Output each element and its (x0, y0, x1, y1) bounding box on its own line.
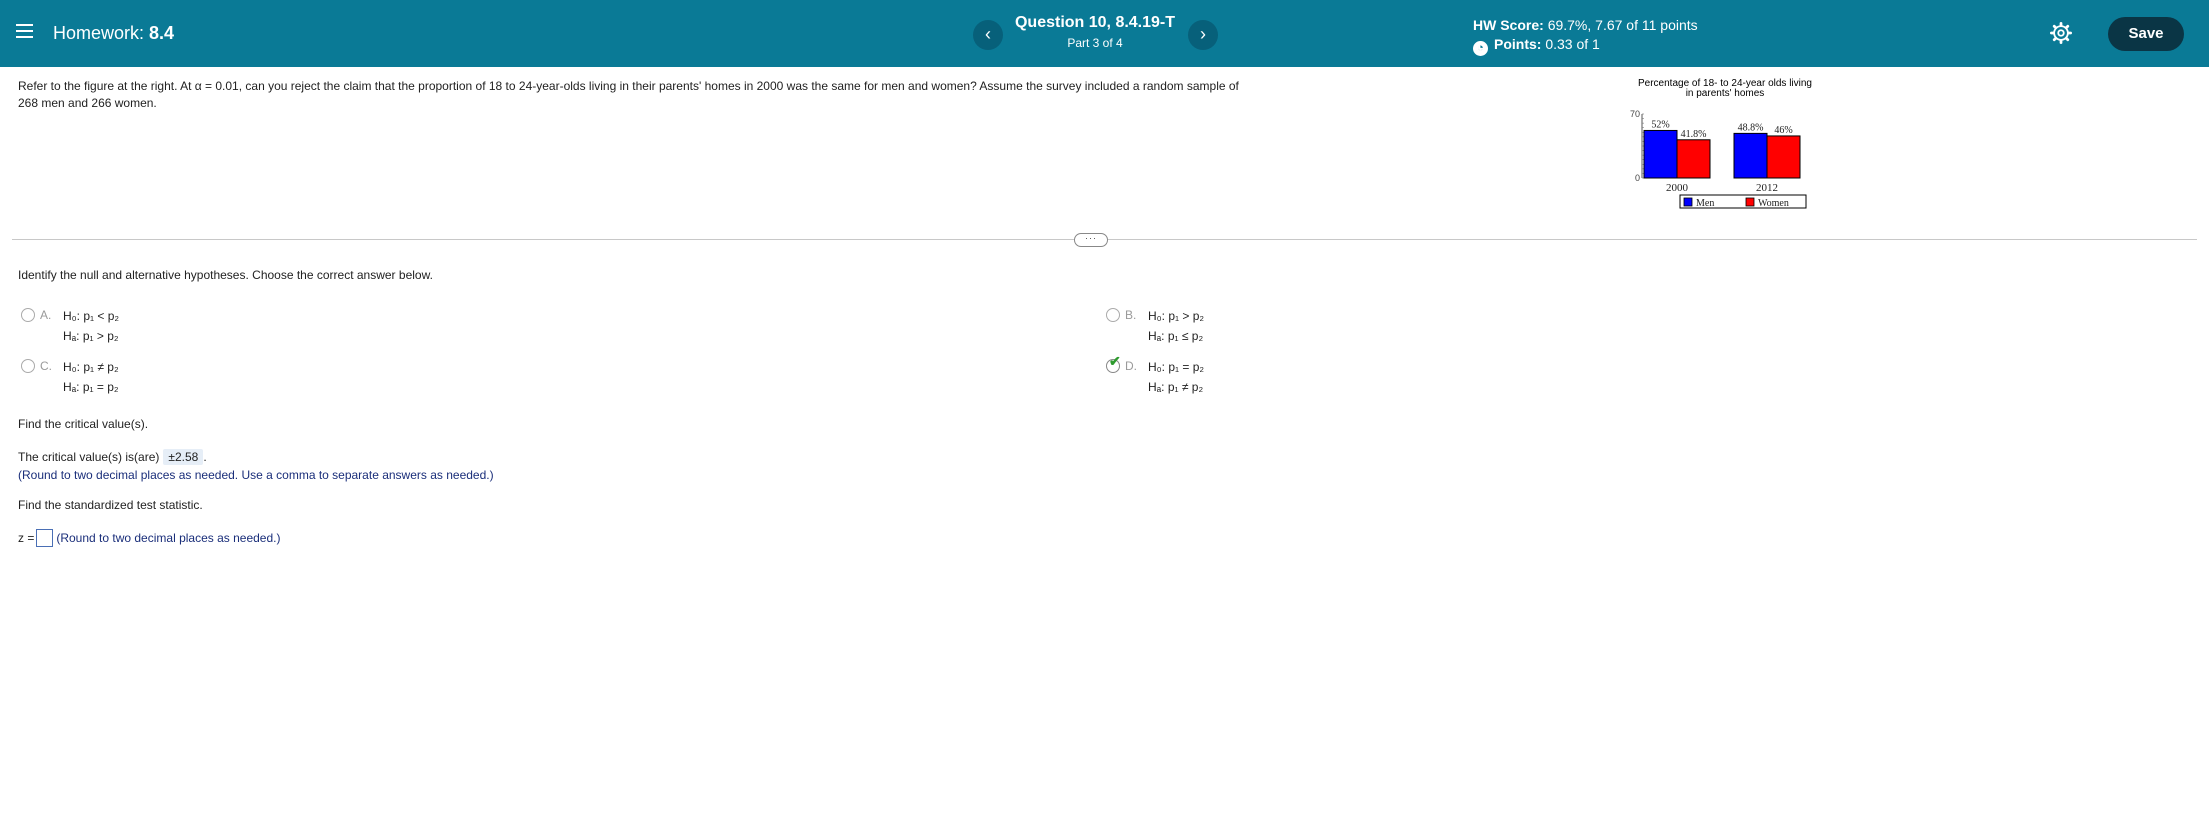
critical-value-hint: (Round to two decimal places as needed. … (18, 468, 494, 482)
chevron-right-icon: › (1200, 24, 1206, 44)
h0-label: H₀: (63, 360, 80, 374)
top-bar: Homework: 8.4 ‹ Question 10, 8.4.19-T Pa… (0, 0, 2209, 67)
z-line: z = (Round to two decimal places as neede… (18, 529, 280, 547)
bar-men-2000 (1643, 129, 1678, 179)
ha-label: Hₐ: (63, 329, 80, 343)
option-b-h0: H₀: p₁ > p₂ (1148, 309, 1204, 323)
data-label: 48.8% (1738, 122, 1764, 133)
critical-value-suffix: . (203, 450, 207, 464)
option-d-letter: D. (1125, 359, 1137, 373)
settings-gear-icon[interactable] (2050, 22, 2072, 44)
checkmark-icon: ✔ (1109, 353, 1121, 369)
problem-statement: Refer to the figure at the right. At α =… (18, 79, 1239, 110)
option-d-ha-expr: p₁ ≠ p₂ (1167, 380, 1204, 394)
option-d-h0-expr: p₁ = p₂ (1168, 360, 1205, 374)
option-a-radio[interactable] (21, 308, 35, 322)
ha-label: Hₐ: (1148, 329, 1165, 343)
points-label: Points: (1494, 36, 1542, 52)
h0-label: H₀: (1148, 309, 1165, 323)
option-b-radio[interactable] (1106, 308, 1120, 322)
y-tick-label: 0 (1635, 173, 1640, 183)
option-a-letter: A. (40, 308, 52, 322)
option-c-letter: C. (40, 359, 52, 373)
option-b-ha-expr: p₁ ≤ p₂ (1167, 329, 1204, 343)
data-label: 46% (1774, 125, 1792, 136)
bar-women-2012 (1766, 135, 1801, 179)
option-c-h0: H₀: p₁ ≠ p₂ (63, 360, 119, 374)
question-title: Question 10, 8.4.19-T (1014, 14, 1176, 31)
hamburger-menu-icon[interactable] (16, 24, 33, 41)
data-label: 52% (1651, 119, 1669, 130)
z-answer-input[interactable] (36, 529, 54, 547)
legend-swatch-men (1683, 197, 1693, 207)
hypotheses-prompt: Identify the null and alternative hypoth… (18, 268, 433, 282)
critical-value-line: The critical value(s) is(are) ±2.58. (18, 449, 207, 465)
option-d-h0: H₀: p₁ = p₂ (1148, 360, 1204, 374)
save-button[interactable]: Save (2108, 17, 2184, 51)
homework-title-value: 8.4 (149, 23, 175, 43)
option-c-ha-expr: p₁ = p₂ (82, 380, 119, 394)
critical-value-prefix: The critical value(s) is(are) (18, 450, 160, 464)
pane-resize-handle[interactable]: ··· (1074, 233, 1108, 247)
bar-men-2012 (1733, 132, 1768, 179)
x-tick-label: 2012 (1756, 182, 1778, 194)
hw-score-value: 69.7%, 7.67 of 11 points (1547, 17, 1698, 33)
hw-score: HW Score: 69.7%, 7.67 of 11 points (1473, 17, 1698, 33)
option-b-letter: B. (1125, 308, 1137, 322)
chart-title-line2: in parents' homes (1686, 88, 1765, 99)
bar-chart: Percentage of 18- to 24-year olds living… (1600, 74, 1850, 214)
option-b-h0-expr: p₁ > p₂ (1168, 309, 1205, 323)
hw-score-label: HW Score: (1473, 17, 1544, 33)
option-a-h0-expr: p₁ < p₂ (83, 309, 120, 323)
option-a-h0: H₀: p₁ < p₂ (63, 309, 119, 323)
homework-title-prefix: Homework: (53, 23, 145, 43)
option-a-ha-expr: p₁ > p₂ (82, 329, 119, 343)
ha-label: Hₐ: (1148, 380, 1165, 394)
option-b-ha: Hₐ: p₁ ≤ p₂ (1148, 329, 1203, 343)
points: ◔ Points: 0.33 of 1 (1473, 36, 1600, 56)
h0-label: H₀: (63, 309, 80, 323)
ha-label: Hₐ: (63, 380, 80, 394)
z-label: z = (18, 531, 35, 545)
option-a-ha: Hₐ: p₁ > p₂ (63, 329, 119, 343)
data-label: 41.8% (1681, 129, 1707, 140)
legend-label-men: Men (1696, 198, 1714, 209)
question-part: Part 3 of 4 (1067, 36, 1123, 50)
z-hint: (Round to two decimal places as needed.) (56, 531, 281, 545)
points-value: 0.33 of 1 (1545, 36, 1600, 52)
bar-women-2000 (1676, 139, 1711, 179)
option-c-radio[interactable] (21, 359, 35, 373)
critical-value-answer: ±2.58 (163, 449, 204, 465)
option-c-h0-expr: p₁ ≠ p₂ (83, 360, 119, 374)
x-tick-label: 2000 (1666, 182, 1689, 194)
test-statistic-prompt: Find the standardized test statistic. (18, 498, 203, 512)
option-d-ha: Hₐ: p₁ ≠ p₂ (1148, 380, 1203, 394)
y-tick-label: 70 (1630, 109, 1640, 119)
partial-credit-icon: ◔ (1473, 41, 1488, 56)
h0-label: H₀: (1148, 360, 1165, 374)
option-c-ha: Hₐ: p₁ = p₂ (63, 380, 119, 394)
chart-svg: Percentage of 18- to 24-year olds living… (1630, 78, 1812, 209)
legend-label-women: Women (1758, 198, 1789, 209)
homework-title: Homework: 8.4 (53, 23, 174, 44)
next-question-button[interactable]: › (1188, 20, 1218, 50)
critical-value-prompt: Find the critical value(s). (18, 417, 149, 431)
legend-swatch-women (1745, 197, 1755, 207)
